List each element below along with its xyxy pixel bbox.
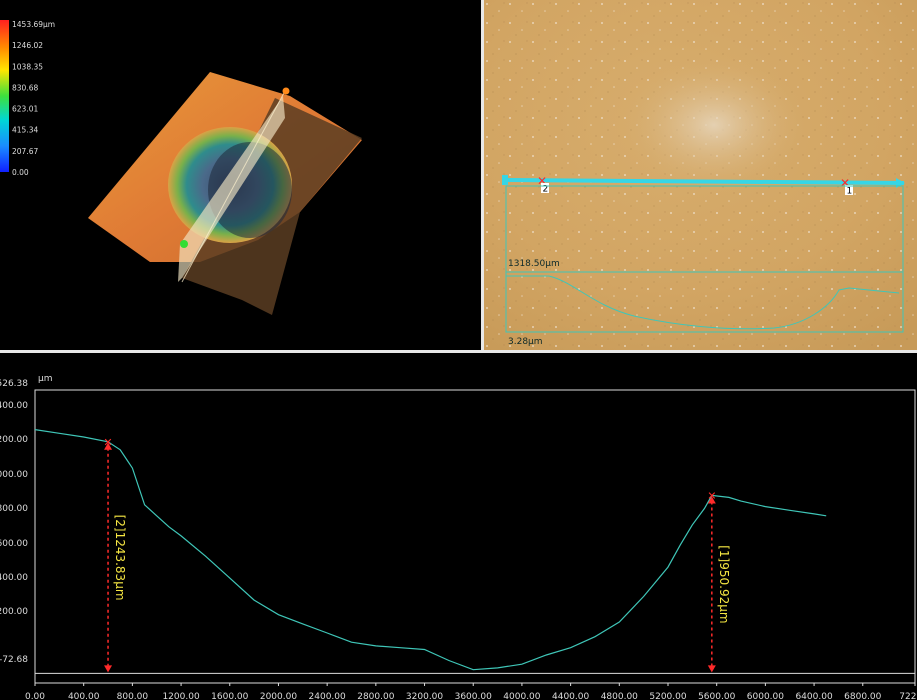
x-tick-label: 3200.00 — [406, 692, 443, 700]
profile-series-line — [34, 429, 827, 671]
surface-3d-view[interactable]: 1453.69µm 1246.02 1038.35 830.68 623.01 415.3… — [0, 0, 481, 350]
optical-image-view[interactable]: ✕ 2 ✕ 1 1318.50µm 3.28µm — [484, 0, 917, 350]
y-tick-label: -72.68 — [0, 655, 28, 665]
y-tick-label: 800.00 — [0, 504, 28, 514]
marker-value-label: [2]1243.83µm — [113, 515, 127, 601]
x-tick-label: 1200.00 — [162, 692, 199, 700]
marker-arrow-bottom — [104, 665, 113, 673]
color-scale-label: 830.68 — [12, 83, 38, 92]
x-tick-label: 2400.00 — [309, 692, 346, 700]
color-scale-label: 0.00 — [12, 168, 29, 177]
crater-region — [619, 55, 809, 195]
svg-text:1: 1 — [847, 187, 853, 197]
x-tick-label: 4800.00 — [601, 692, 638, 700]
profile-chart-panel[interactable]: µm 526.38 400.00 200.00 000.00 800.00 600.00 4… — [0, 353, 917, 700]
color-scale-bar — [0, 20, 9, 172]
y-tick-label: 400.00 — [0, 573, 28, 583]
measure-handle-left[interactable] — [502, 175, 508, 185]
y-tick-label: 000.00 — [0, 470, 28, 480]
y-tick-label: 400.00 — [0, 401, 28, 411]
y-tick-label: 200.00 — [0, 435, 28, 445]
x-tick-label: 4000.00 — [503, 692, 540, 700]
color-scale-label: 1453.69µm — [12, 20, 55, 29]
plot-frame — [34, 389, 916, 684]
marker-cross-icon: ✕ — [103, 436, 112, 449]
x-tick-label: 1600.00 — [211, 692, 248, 700]
section-handle-end[interactable] — [282, 87, 290, 95]
section-handle-start[interactable] — [180, 240, 188, 248]
x-axis-ticks: 0.00 400.00 800.00 1200.00 1600.00 2000.00 240… — [25, 683, 917, 700]
x-tick-label: 800.00 — [117, 692, 149, 700]
y-tick-label: 526.38 — [0, 379, 28, 389]
optical-image-svg: ✕ 2 ✕ 1 1318.50µm 3.28µm — [484, 0, 917, 350]
x-tick-label: 7229.1 — [899, 692, 917, 700]
profile-chart: µm 526.38 400.00 200.00 000.00 800.00 600.00 4… — [0, 374, 917, 700]
depth-label-top: 1318.50µm — [508, 259, 560, 269]
color-scale-label: 207.67 — [12, 147, 38, 156]
x-tick-label: 6800.00 — [844, 692, 881, 700]
color-scale-labels: 1453.69µm 1246.02 1038.35 830.68 623.01 415.3… — [12, 20, 55, 177]
marker-value-label: [1]950.92µm — [717, 545, 731, 623]
x-tick-label: 4400.00 — [552, 692, 589, 700]
color-scale-label: 415.34 — [12, 126, 38, 135]
y-axis-ticks: 526.38 400.00 200.00 000.00 800.00 600.00 400.… — [0, 379, 28, 665]
y-tick-label: 200.00 — [0, 607, 28, 617]
x-tick-label: 0.00 — [25, 692, 45, 700]
y-axis-unit: µm — [38, 374, 53, 384]
x-tick-label: 6000.00 — [747, 692, 784, 700]
y-tick-label: 600.00 — [0, 539, 28, 549]
x-tick-label: 2000.00 — [260, 692, 297, 700]
profile-marker[interactable]: ✕ [2]1243.83µm — [103, 436, 127, 673]
color-scale-label: 623.01 — [12, 105, 38, 114]
marker-cross-icon: ✕ — [707, 489, 716, 502]
x-tick-label: 5600.00 — [698, 692, 735, 700]
x-tick-label: 5200.00 — [649, 692, 686, 700]
x-tick-label: 3600.00 — [455, 692, 492, 700]
depth-label-bottom: 3.28µm — [508, 337, 543, 347]
color-scale-label: 1038.35 — [12, 62, 43, 71]
marker-arrow-bottom — [707, 665, 716, 673]
profile-markers[interactable]: ✕ [2]1243.83µm ✕ [1]950.92µm — [103, 436, 731, 673]
profile-marker[interactable]: ✕ [1]950.92µm — [707, 489, 731, 673]
color-scale-label: 1246.02 — [12, 41, 43, 50]
x-tick-label: 400.00 — [68, 692, 100, 700]
x-tick-label: 6400.00 — [795, 692, 832, 700]
x-tick-label: 2800.00 — [357, 692, 394, 700]
surface-3d-svg: 1453.69µm 1246.02 1038.35 830.68 623.01 415.3… — [0, 20, 362, 315]
